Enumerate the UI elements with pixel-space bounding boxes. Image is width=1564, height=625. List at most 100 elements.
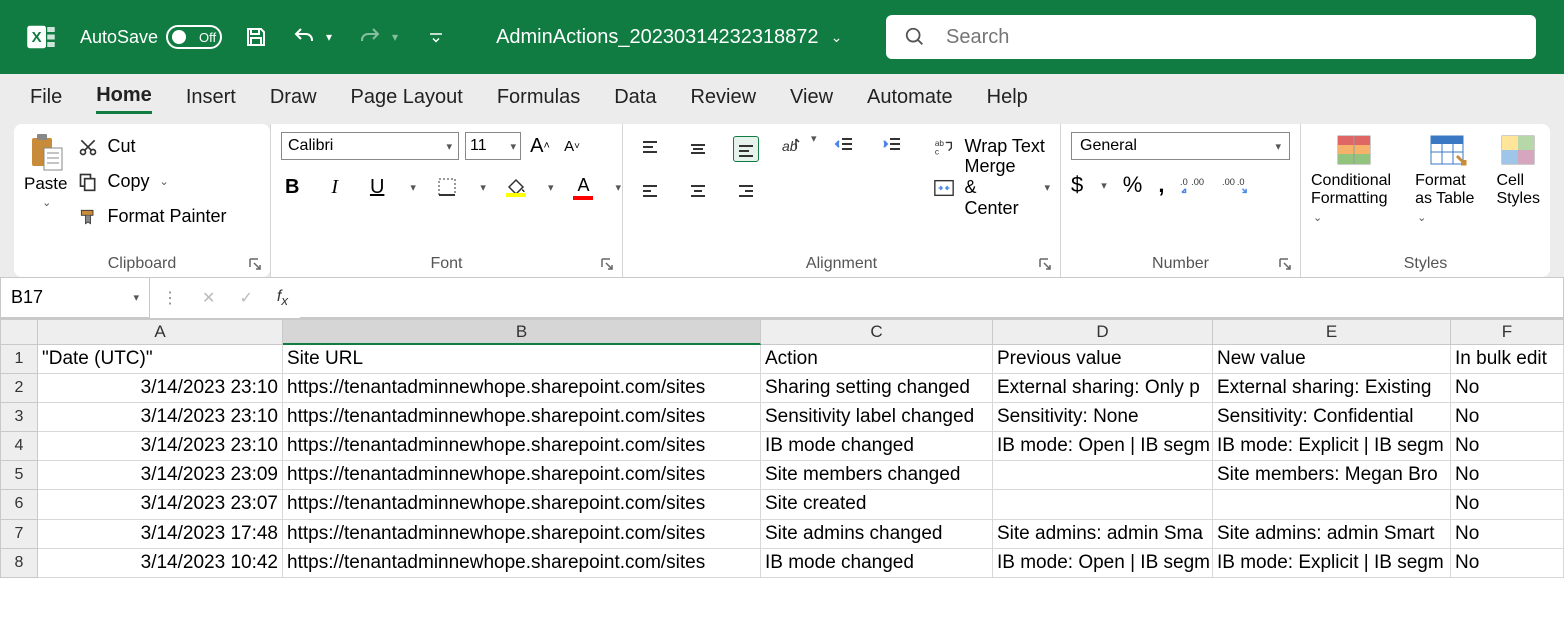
row-header[interactable]: 4 [0,432,38,461]
orientation-dropdown-icon[interactable]: ▾ [811,132,817,145]
formula-input[interactable] [300,277,1564,318]
conditional-formatting-button[interactable]: Conditional Formatting ⌄ [1311,132,1397,226]
redo-dropdown-icon[interactable]: ▾ [388,30,402,44]
cell[interactable]: 3/14/2023 23:10 [38,432,283,461]
tab-formulas[interactable]: Formulas [497,82,580,113]
cell[interactable]: Site admins changed [761,520,993,549]
cell[interactable]: https://tenantadminnewhope.sharepoint.co… [283,490,761,519]
format-painter-button[interactable]: Format Painter [77,202,226,231]
filename-dropdown-icon[interactable]: ⌄ [831,29,843,46]
cell[interactable]: IB mode: Open | IB segm [993,432,1213,461]
tab-data[interactable]: Data [614,82,656,113]
cell[interactable]: Sensitivity label changed [761,403,993,432]
select-all-corner[interactable] [0,319,38,345]
cell[interactable]: In bulk edit [1451,345,1564,374]
cell[interactable] [993,490,1213,519]
tab-file[interactable]: File [30,82,62,113]
italic-button[interactable]: I [323,174,345,200]
alignment-launcher-icon[interactable] [1038,257,1052,271]
font-launcher-icon[interactable] [600,257,614,271]
cell[interactable]: 3/14/2023 23:10 [38,403,283,432]
cell[interactable]: https://tenantadminnewhope.sharepoint.co… [283,520,761,549]
save-icon[interactable] [242,23,270,51]
cell[interactable]: https://tenantadminnewhope.sharepoint.co… [283,549,761,578]
align-middle-icon[interactable] [685,136,711,162]
cell[interactable]: https://tenantadminnewhope.sharepoint.co… [283,374,761,403]
cell[interactable]: Previous value [993,345,1213,374]
paste-icon[interactable] [26,132,66,172]
redo-icon[interactable] [356,23,384,51]
row-header[interactable]: 7 [0,520,38,549]
cell[interactable]: No [1451,520,1564,549]
search-box[interactable] [886,15,1536,59]
paste-dropdown-icon[interactable]: ⌄ [42,196,51,209]
increase-font-icon[interactable]: A˄ [527,133,553,159]
font-name-select[interactable]: Calibri▾ [281,132,459,160]
borders-button[interactable] [436,174,458,200]
cell[interactable]: No [1451,432,1564,461]
tab-draw[interactable]: Draw [270,82,317,113]
cell[interactable]: No [1451,549,1564,578]
align-left-icon[interactable] [637,178,663,204]
clipboard-launcher-icon[interactable] [248,257,262,271]
bold-button[interactable]: B [281,174,303,200]
fill-color-dropdown-icon[interactable]: ▾ [548,181,554,194]
cell-styles-button[interactable]: Cell Styles [1496,132,1540,208]
number-format-select[interactable]: General▾ [1071,132,1290,160]
cell[interactable]: Site admins: admin Smart [1213,520,1451,549]
cell[interactable] [1213,490,1451,519]
col-header[interactable]: D [993,319,1213,345]
cell[interactable]: https://tenantadminnewhope.sharepoint.co… [283,432,761,461]
tab-help[interactable]: Help [987,82,1028,113]
tab-review[interactable]: Review [690,82,756,113]
align-right-icon[interactable] [733,178,759,204]
col-header[interactable]: A [38,319,283,345]
cut-button[interactable]: Cut [77,132,226,161]
cell[interactable]: External sharing: Only p [993,374,1213,403]
orientation-icon[interactable]: ab [777,132,803,158]
copy-dropdown-icon[interactable]: ⌄ [160,175,169,188]
cell[interactable]: No [1451,461,1564,490]
cell[interactable]: IB mode: Explicit | IB segm [1213,432,1451,461]
cell[interactable]: IB mode changed [761,549,993,578]
name-box-dropdown-icon[interactable]: ▾ [133,291,139,304]
cell[interactable]: 3/14/2023 10:42 [38,549,283,578]
cell[interactable]: "Date (UTC)" [38,345,283,374]
row-header[interactable]: 8 [0,549,38,578]
cell[interactable]: IB mode: Explicit | IB segm [1213,549,1451,578]
undo-icon[interactable] [290,23,318,51]
name-box[interactable]: B17 ▾ [0,277,150,318]
cell[interactable]: Sensitivity: Confidential [1213,403,1451,432]
row-header[interactable]: 3 [0,403,38,432]
cell[interactable]: 3/14/2023 17:48 [38,520,283,549]
fx-icon[interactable]: fx [277,288,288,308]
font-color-button[interactable]: A [573,175,593,200]
decrease-font-icon[interactable]: A˅ [559,133,585,159]
col-header[interactable]: E [1213,319,1451,345]
col-header[interactable]: C [761,319,993,345]
qat-customize-icon[interactable] [422,23,450,51]
col-header[interactable]: B [283,319,761,345]
row-header[interactable]: 6 [0,490,38,519]
tab-page-layout[interactable]: Page Layout [351,82,463,113]
row-header[interactable]: 2 [0,374,38,403]
font-size-select[interactable]: 11▾ [465,132,521,160]
decrease-decimal-icon[interactable]: .00.0 [1222,172,1248,198]
font-color-dropdown-icon[interactable]: ▾ [615,181,621,194]
autosave-toggle[interactable]: Off [166,25,222,49]
cell[interactable]: New value [1213,345,1451,374]
tab-view[interactable]: View [790,82,833,113]
cell[interactable]: No [1451,490,1564,519]
cell[interactable]: Site members changed [761,461,993,490]
tab-automate[interactable]: Automate [867,82,953,113]
copy-button[interactable]: Copy ⌄ [77,167,226,196]
cell[interactable]: No [1451,374,1564,403]
cell[interactable]: Site admins: admin Sma [993,520,1213,549]
cancel-formula-icon[interactable]: ✕ [202,288,215,308]
fill-color-button[interactable] [506,177,526,197]
tab-home[interactable]: Home [96,80,152,114]
percent-format-button[interactable]: % [1123,172,1143,198]
cell[interactable]: IB mode: Open | IB segm [993,549,1213,578]
cell[interactable]: https://tenantadminnewhope.sharepoint.co… [283,403,761,432]
cell[interactable]: Site URL [283,345,761,374]
